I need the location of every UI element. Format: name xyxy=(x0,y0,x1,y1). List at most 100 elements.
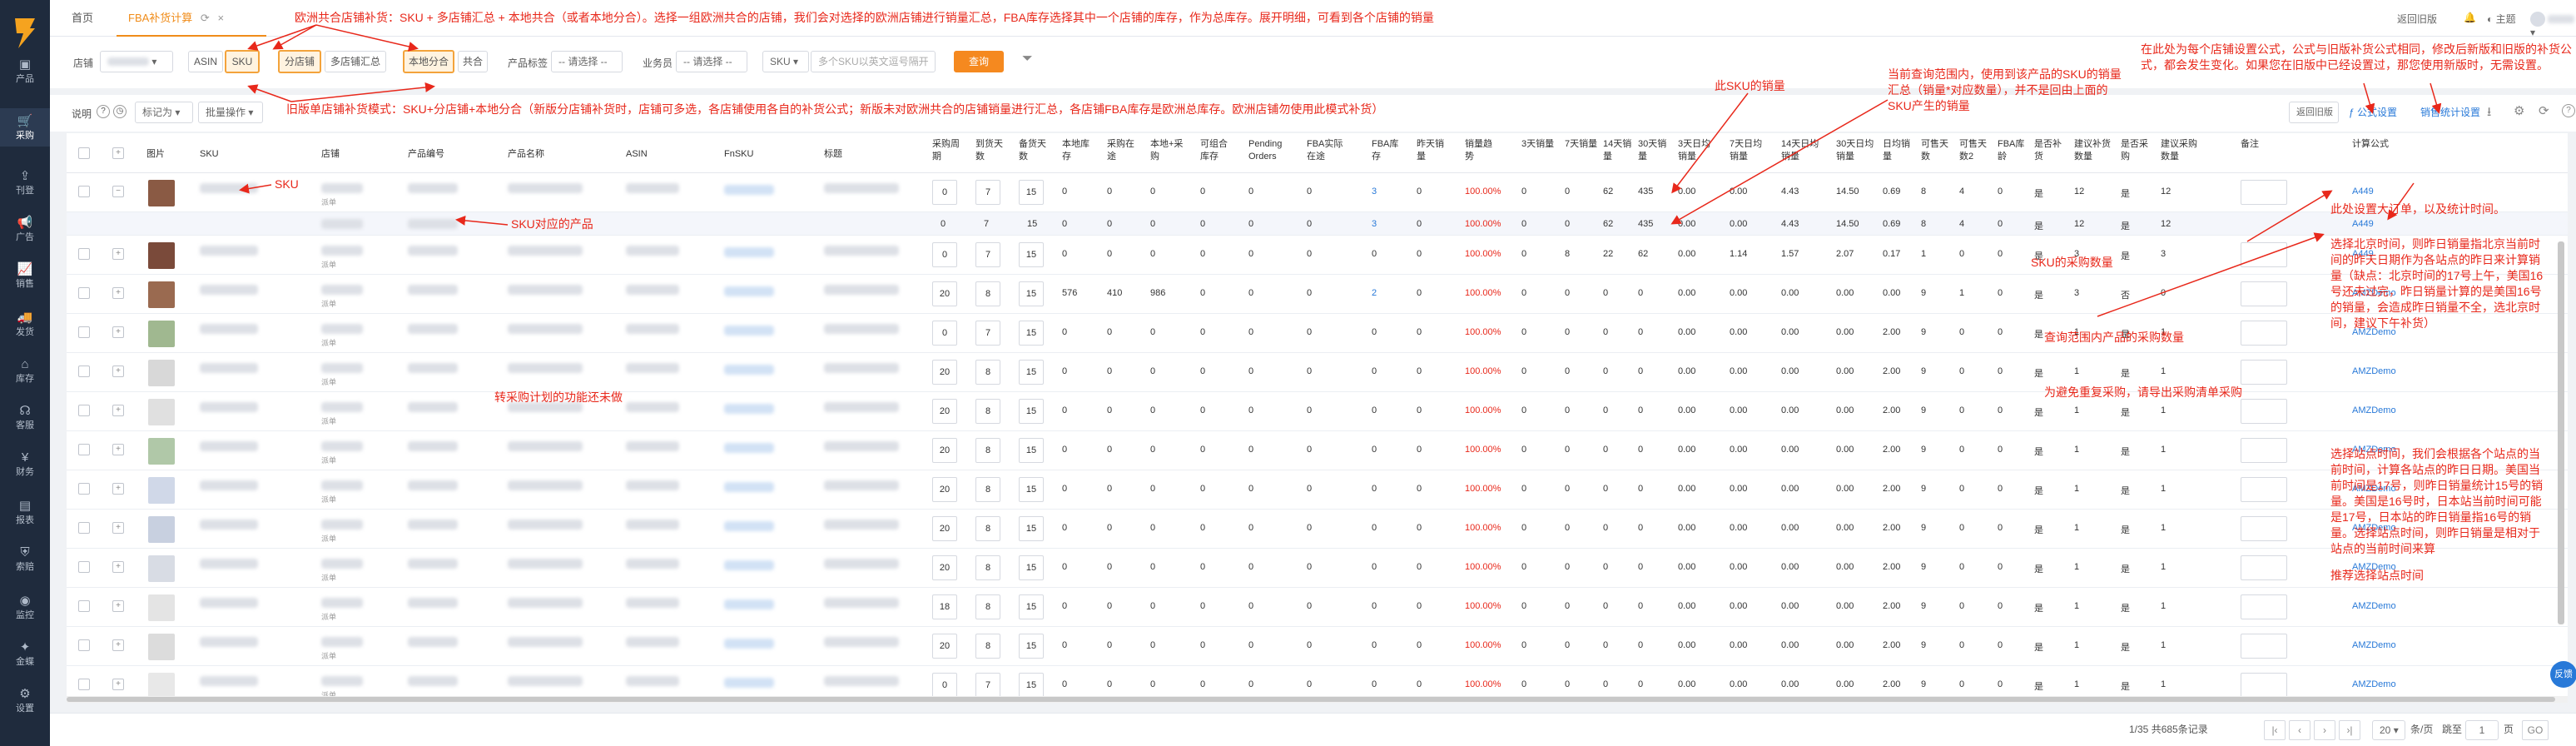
purchase-days-input[interactable]: 20 xyxy=(932,438,957,463)
page-size-select[interactable]: 20 ▾ xyxy=(2372,720,2405,740)
download-icon[interactable]: ⭳ xyxy=(2487,103,2491,124)
sidebar-item-shield[interactable]: ⛨ 索赔 xyxy=(0,540,50,578)
stock-days-input[interactable]: 15 xyxy=(1019,673,1044,698)
sku-button[interactable]: SKU xyxy=(225,50,260,73)
sidebar-item-megaphone[interactable]: 📢 广告 xyxy=(0,210,50,248)
column-header[interactable]: 采购在途 xyxy=(1107,138,1140,163)
table-row[interactable]: + 派单 20 8 15 0 0 0 0 0 0 0 0 100.00% 0 0 0 0 0.00 0.00 0.00 0… xyxy=(67,510,2568,549)
column-header[interactable]: 产品名称 xyxy=(508,148,574,161)
remark-input[interactable] xyxy=(2241,399,2287,424)
shop-select[interactable]: ▾ xyxy=(100,51,173,72)
column-header[interactable]: 店铺 xyxy=(321,148,371,161)
purchase-days-input[interactable]: 0 xyxy=(932,673,957,698)
row-checkbox[interactable] xyxy=(78,522,90,534)
remark-input[interactable] xyxy=(2241,360,2287,385)
stock-days-input[interactable]: 15 xyxy=(1019,594,1044,619)
product-thumbnail[interactable] xyxy=(148,360,175,386)
column-header[interactable]: 计算公式 xyxy=(2352,138,2402,151)
column-header[interactable]: 昨天销量 xyxy=(1417,138,1450,163)
arrival-days-input[interactable]: 7 xyxy=(975,673,1000,698)
stock-days-input[interactable]: 15 xyxy=(1019,321,1044,346)
search-input[interactable]: 多个SKU以英文逗号隔开 xyxy=(811,51,936,72)
product-thumbnail[interactable] xyxy=(148,242,175,269)
column-header[interactable]: 本地+采购 xyxy=(1150,138,1184,163)
formula-link[interactable]: AMZDemo xyxy=(2352,405,2396,415)
page-input[interactable]: 1 xyxy=(2465,720,2499,740)
formula-link[interactable]: A449 xyxy=(2352,186,2374,196)
arrival-days-input[interactable]: 7 xyxy=(975,321,1000,346)
row-checkbox[interactable] xyxy=(78,287,90,299)
column-header[interactable]: FBA实际在途 xyxy=(1307,138,1348,163)
sidebar-item-headset[interactable]: ☊ 客服 xyxy=(0,398,50,436)
column-header[interactable]: 14天日均销量 xyxy=(1781,138,1823,163)
row-checkbox[interactable] xyxy=(78,679,90,690)
product-thumbnail[interactable] xyxy=(148,516,175,543)
remark-input[interactable] xyxy=(2241,180,2287,205)
formula-link[interactable]: A449 xyxy=(2352,219,2374,229)
table-row[interactable]: + 派单 20 8 15 0 0 0 0 0 0 0 0 100.00% 0 0 0 0 0.00 0.00 0.00 0… xyxy=(67,627,2568,666)
column-header[interactable]: 日均销量 xyxy=(1883,138,1916,163)
row-checkbox[interactable] xyxy=(78,248,90,260)
expand-row-icon[interactable]: + xyxy=(112,248,124,260)
stock-days-input[interactable]: 15 xyxy=(1019,399,1044,424)
local-combined-button[interactable]: 共合 xyxy=(458,51,488,72)
purchase-days-input[interactable]: 20 xyxy=(932,281,957,306)
column-header[interactable]: 可组合库存 xyxy=(1200,138,1233,163)
remark-input[interactable] xyxy=(2241,555,2287,580)
arrival-days-input[interactable]: 8 xyxy=(975,399,1000,424)
purchase-days-input[interactable]: 18 xyxy=(932,594,957,619)
stock-days-input[interactable]: 15 xyxy=(1019,634,1044,659)
batch-ops-dropdown[interactable]: 批量操作 ▾ xyxy=(198,102,263,123)
column-header[interactable]: 图片 xyxy=(146,148,180,161)
column-header[interactable]: 到货天数 xyxy=(975,138,1009,163)
column-header[interactable]: FBA库龄 xyxy=(1998,138,2031,163)
sidebar-item-money[interactable]: ¥ 财务 xyxy=(0,445,50,483)
column-header[interactable]: 可售天数2 xyxy=(1959,138,1993,163)
stock-days-input[interactable]: 15 xyxy=(1019,477,1044,502)
feedback-button[interactable]: 反馈 xyxy=(2550,661,2576,688)
arrival-days-input[interactable]: 8 xyxy=(975,634,1000,659)
column-header[interactable]: 30天销量 xyxy=(1638,138,1671,163)
product-tag-select[interactable]: -- 请选择 -- xyxy=(551,51,623,72)
mark-as-dropdown[interactable]: 标记为 ▾ xyxy=(135,102,193,123)
purchase-days-input[interactable]: 20 xyxy=(932,516,957,541)
horizontal-scroll-thumb[interactable] xyxy=(67,697,2555,702)
expand-row-icon[interactable]: + xyxy=(112,483,124,495)
product-thumbnail[interactable] xyxy=(148,594,175,621)
old-version-link[interactable]: 返回旧版 xyxy=(2397,12,2437,26)
stock-days-input[interactable]: 15 xyxy=(1019,281,1044,306)
expand-row-icon[interactable]: + xyxy=(112,561,124,573)
asin-button[interactable]: ASIN xyxy=(188,51,223,72)
column-header[interactable]: 产品编号 xyxy=(408,148,458,161)
sidebar-item-upload[interactable]: ⇪ 刊登 xyxy=(0,163,50,201)
remark-input[interactable] xyxy=(2241,438,2287,463)
column-header[interactable]: 建议补货数量 xyxy=(2074,138,2116,163)
sidebar-item-bird[interactable]: ✦ 金蝶 xyxy=(0,634,50,673)
tab-fba-replenish[interactable]: FBA补货计算 ⟳ × xyxy=(117,0,266,37)
column-header[interactable]: 30天日均销量 xyxy=(1836,138,1878,163)
expand-row-icon[interactable]: + xyxy=(112,522,124,534)
arrival-days-input[interactable]: 8 xyxy=(975,555,1000,580)
arrival-days-input[interactable]: 7 xyxy=(975,242,1000,267)
column-header[interactable]: 采购周期 xyxy=(932,138,965,163)
column-header[interactable]: 14天销量 xyxy=(1603,138,1636,163)
theme-button[interactable]: ◐ 主题 xyxy=(2487,12,2516,26)
stock-days-input[interactable]: 15 xyxy=(1019,555,1044,580)
sidebar-item-truck[interactable]: 🚚 发货 xyxy=(0,305,50,343)
close-icon[interactable]: × xyxy=(217,12,224,24)
arrival-days-input[interactable]: 8 xyxy=(975,360,1000,385)
multi-shop-summary-button[interactable]: 多店铺汇总 xyxy=(325,51,386,72)
column-header[interactable]: 标题 xyxy=(824,148,874,161)
per-shop-button[interactable]: 分店铺 xyxy=(278,50,321,73)
expand-row-icon[interactable]: + xyxy=(112,287,124,299)
column-header[interactable]: 本地库存 xyxy=(1062,138,1095,163)
arrival-days-input[interactable]: 8 xyxy=(975,516,1000,541)
row-checkbox[interactable] xyxy=(78,444,90,455)
old-version-button[interactable]: 返回旧版 xyxy=(2289,102,2339,123)
first-page-button[interactable]: |‹ xyxy=(2264,720,2286,740)
refresh-icon[interactable]: ⟳ xyxy=(201,12,210,24)
column-header[interactable]: 是否采购 xyxy=(2121,138,2154,163)
formula-link[interactable]: AMZDemo xyxy=(2352,679,2396,689)
expand-row-icon[interactable]: + xyxy=(112,405,124,416)
remark-input[interactable] xyxy=(2241,594,2287,619)
